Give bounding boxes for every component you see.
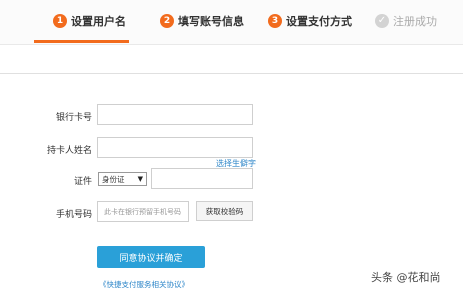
- phone-input[interactable]: 此卡在银行预留手机号码: [97, 201, 189, 222]
- cardholder-input[interactable]: [97, 137, 253, 158]
- id-label: 证件: [73, 177, 92, 187]
- agreement-link[interactable]: 《快捷支付服务相关协议》: [99, 279, 189, 290]
- agree-submit-button[interactable]: 同意协议并确定: [97, 246, 205, 268]
- step-1: 1 设置用户名: [53, 13, 126, 29]
- divider: [0, 44, 463, 45]
- step-number-3: 3: [268, 14, 282, 28]
- checkmark-icon: ✓: [375, 14, 389, 28]
- id-number-input[interactable]: [151, 168, 253, 189]
- step-label-2: 填写账号信息: [178, 15, 244, 28]
- cardholder-label: 持卡人姓名: [46, 146, 92, 156]
- steps-bar: 1 设置用户名 2 填写账号信息 3 设置支付方式 ✓ 注册成功: [0, 0, 463, 44]
- step-number-1: 1: [53, 14, 67, 28]
- card-number-label: 银行卡号: [55, 113, 92, 123]
- step-label-1: 设置用户名: [71, 15, 126, 28]
- section-divider: [0, 73, 463, 74]
- card-number-input[interactable]: [97, 104, 253, 125]
- step-label-4: 注册成功: [393, 15, 437, 28]
- step-number-2: 2: [160, 14, 174, 28]
- step-4: ✓ 注册成功: [375, 13, 437, 29]
- id-type-value: 身份证: [102, 174, 125, 184]
- id-type-select[interactable]: 身份证 ▼: [98, 172, 147, 186]
- phone-placeholder: 此卡在银行预留手机号码: [104, 207, 181, 216]
- dropdown-arrow-icon: ▼: [137, 175, 143, 183]
- step-label-3: 设置支付方式: [286, 15, 352, 28]
- active-step-indicator: [34, 40, 129, 43]
- get-code-button[interactable]: 获取校验码: [196, 201, 253, 221]
- watermark: 头条 @花和尚: [371, 271, 441, 284]
- step-3: 3 设置支付方式: [268, 13, 352, 29]
- phone-label: 手机号码: [55, 210, 92, 220]
- step-2: 2 填写账号信息: [160, 13, 244, 29]
